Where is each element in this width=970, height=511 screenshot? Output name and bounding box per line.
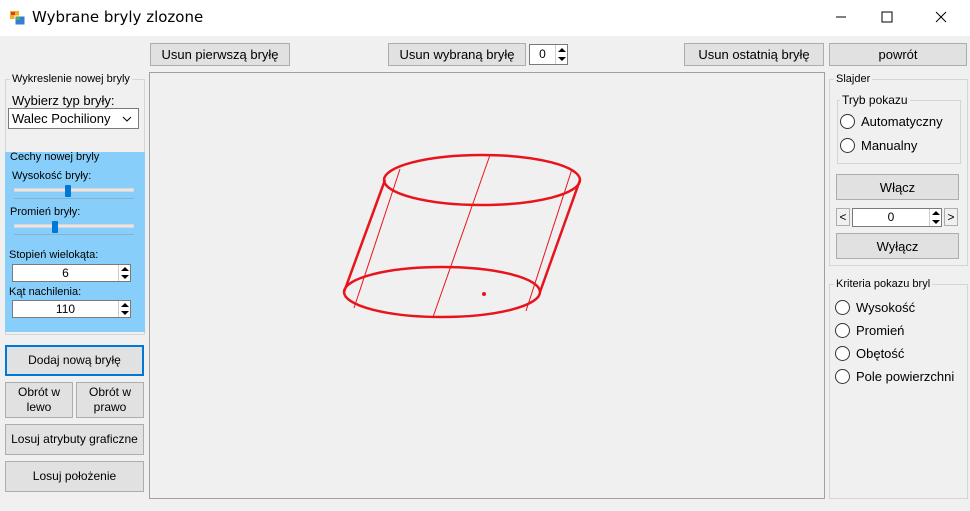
criteria-option-label: Obętość [856, 346, 905, 361]
window-title: Wybrane bryly zlozone [32, 8, 204, 26]
criteria-group-title: Kriteria pokazu bryl [834, 278, 933, 290]
solid-type-select[interactable]: Walec Pochiliony [8, 108, 139, 129]
radio-circle-icon [835, 323, 850, 338]
features-title: Cechy nowej bryly [10, 151, 100, 163]
slider-group-title: Slajder [834, 73, 873, 85]
slider-off-button[interactable]: Wyłącz [836, 233, 959, 259]
slider-counter-stepper[interactable]: 0 [852, 208, 942, 227]
windows-forms-icon [10, 11, 26, 26]
oblique-cylinder-drawing [342, 153, 582, 319]
tilt-value[interactable]: 110 [13, 301, 118, 317]
spin-up-icon[interactable] [930, 209, 941, 218]
spin-down-icon[interactable] [930, 218, 941, 227]
back-button[interactable]: powrót [829, 43, 967, 66]
height-slider[interactable] [14, 188, 134, 192]
slider-on-button[interactable]: Włącz [836, 174, 959, 200]
random-position-button[interactable]: Losuj położenie [5, 461, 144, 492]
rotate-right-button[interactable]: Obrót w prawo [76, 382, 144, 418]
drawing-canvas[interactable] [149, 72, 825, 499]
rotate-left-button[interactable]: Obrót w lewo [5, 382, 73, 418]
radius-slider-ticks [14, 234, 134, 235]
cylinder-generator-line [432, 154, 491, 318]
title-bar: Wybrane bryly zlozone [0, 0, 970, 36]
remove-selected-button[interactable]: Usun wybraną bryłę [388, 43, 526, 66]
mode-manual-radio[interactable]: Manualny [840, 138, 917, 153]
mode-group [837, 100, 961, 164]
cylinder-generator-line [525, 168, 573, 312]
cylinder-generator-line [353, 168, 401, 309]
slider-next-button[interactable]: > [944, 208, 958, 226]
polygon-degree-label: Stopień wielokąta: [9, 249, 99, 261]
slider-prev-button[interactable]: < [836, 208, 850, 226]
criteria-area-radio[interactable]: Pole powierzchni [835, 369, 954, 384]
radius-slider-thumb[interactable] [51, 221, 58, 233]
radio-circle-icon [835, 300, 850, 315]
close-button[interactable] [918, 0, 964, 34]
criteria-option-label: Pole powierzchni [856, 369, 955, 384]
mode-auto-label: Automatyczny [861, 114, 943, 129]
radio-circle-icon [835, 346, 850, 361]
selected-index-value[interactable]: 0 [530, 45, 555, 64]
solid-type-value: Walec Pochiliony [12, 111, 111, 126]
selected-index-stepper[interactable]: 0 [529, 44, 568, 65]
spin-up-icon[interactable] [556, 45, 567, 55]
choose-type-label: Wybierz typ bryły: [12, 93, 115, 108]
height-label: Wysokość bryły: [12, 170, 92, 182]
maximize-icon [881, 11, 893, 23]
cylinder-top-ellipse [382, 153, 582, 207]
cylinder-right-edge [538, 179, 582, 293]
spin-up-icon[interactable] [119, 265, 130, 273]
minimize-icon [836, 16, 846, 18]
new-solid-group-title: Wykreslenie nowej bryly [10, 73, 132, 85]
mode-auto-radio[interactable]: Automatyczny [840, 114, 943, 129]
radius-slider[interactable] [14, 224, 134, 228]
mode-manual-label: Manualny [861, 138, 918, 153]
slider-counter-value[interactable]: 0 [853, 209, 929, 226]
polygon-degree-stepper[interactable]: 6 [12, 264, 131, 282]
remove-last-button[interactable]: Usun ostatnią bryłę [684, 43, 824, 66]
spin-up-icon[interactable] [119, 301, 130, 309]
spin-down-icon[interactable] [119, 309, 130, 317]
criteria-option-label: Promień [856, 323, 905, 338]
criteria-group [829, 284, 968, 499]
criteria-radius-radio[interactable]: Promień [835, 323, 904, 338]
cylinder-center-point [482, 292, 486, 296]
height-slider-thumb[interactable] [65, 185, 72, 197]
criteria-volume-radio[interactable]: Obętość [835, 346, 904, 361]
minimize-button[interactable] [818, 0, 864, 34]
add-solid-button[interactable]: Dodaj nową bryłę [5, 345, 144, 376]
spin-down-icon[interactable] [119, 273, 130, 281]
radio-circle-icon [835, 369, 850, 384]
tilt-label: Kąt nachilenia: [9, 286, 82, 298]
close-icon [935, 11, 947, 23]
remove-first-button[interactable]: Usun pierwszą bryłę [150, 43, 290, 66]
tilt-stepper[interactable]: 110 [12, 300, 131, 318]
random-graphics-button[interactable]: Losuj atrybuty graficzne [5, 424, 144, 455]
spin-down-icon[interactable] [556, 55, 567, 65]
mode-group-title: Tryb pokazu [840, 93, 910, 107]
criteria-height-radio[interactable]: Wysokość [835, 300, 915, 315]
maximize-button[interactable] [864, 0, 910, 34]
radio-circle-icon [840, 138, 855, 153]
polygon-degree-value[interactable]: 6 [13, 265, 118, 281]
criteria-option-label: Wysokość [856, 300, 916, 315]
radio-circle-icon [840, 114, 855, 129]
radius-label: Promień bryły: [10, 206, 81, 218]
chevron-down-icon [122, 116, 132, 122]
height-slider-ticks [14, 198, 134, 199]
